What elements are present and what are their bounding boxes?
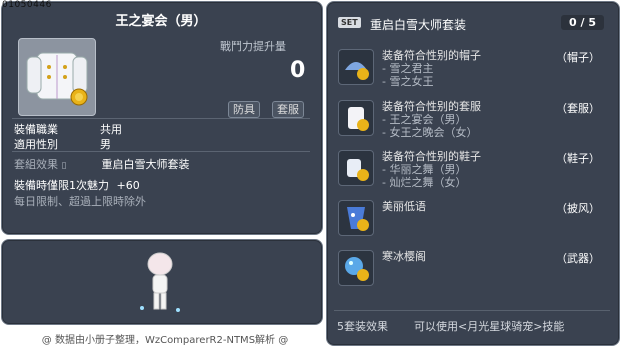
set-header: SET 重启白雪大师套装 0 / 5 <box>338 14 604 34</box>
set-item-slot: （武器） <box>556 252 600 265</box>
set-item-title: 装备符合性别的套服 <box>382 100 481 113</box>
set-item-slot: （披风） <box>556 202 600 215</box>
set-item-title: 装备符合性别的帽子 <box>382 49 481 62</box>
limit-note: 每日限制、超過上限時除外 <box>14 195 146 208</box>
set-count: 0 / 5 <box>561 15 604 30</box>
item-icon-box <box>18 38 96 116</box>
divider <box>334 310 610 311</box>
tag-armor: 防具 <box>228 101 260 118</box>
set-effect-value[interactable]: 重启白雪大师套装 <box>102 158 190 171</box>
combat-power-value: 0 <box>290 58 306 83</box>
set-item-sub: - 王之宴会（男） <box>382 113 467 126</box>
limit-row: 裝備時僅限1次魅力 +60 <box>14 177 140 193</box>
set-item-text: 装备符合性别的套服 - 王之宴会（男） - 女王之晚会（女） <box>382 100 481 139</box>
set-item-sub: - 雪之女王 <box>382 75 434 88</box>
shoes-icon <box>338 150 374 186</box>
set-item-text: 装备符合性别的鞋子 - 华丽之舞（男） - 灿烂之舞（女） <box>382 150 481 189</box>
set-item-sub: - 雪之君主 <box>382 62 434 75</box>
set-item-title: 装备符合性别的鞋子 <box>382 150 481 163</box>
item-id: 01050446 <box>2 0 52 10</box>
job-value: 共用 <box>100 123 122 136</box>
set-bonus-effect: 可以使用<月光星球骑宠>技能 <box>414 320 565 333</box>
set-effect-row: 套組效果 ▯ 重启白雪大师套装 <box>14 156 190 172</box>
set-item-slot: （帽子） <box>556 51 600 64</box>
weapon-icon <box>338 250 374 286</box>
set-item-text: 寒冰樱阁 <box>382 250 426 263</box>
limit-value: +60 <box>116 179 140 192</box>
limit-text: 裝備時僅限1次魅力 <box>14 179 109 192</box>
set-bonus-label: 5套装效果 <box>337 320 388 333</box>
divider <box>12 151 310 152</box>
set-name: 重启白雪大师套装 <box>370 18 467 32</box>
job-row: 裝備職業 共用 <box>14 121 122 137</box>
outfit-icon <box>338 100 374 136</box>
set-badge: SET <box>338 17 361 28</box>
gender-key: 適用性別 <box>14 138 58 151</box>
job-key: 裝備職業 <box>14 123 58 136</box>
combat-power-label: 戰鬥力提升量 <box>220 40 286 53</box>
lock-icon: ▯ <box>61 161 67 171</box>
set-item-slot: （鞋子） <box>556 152 600 165</box>
gender-value: 男 <box>100 138 111 151</box>
set-effect-key: 套組效果 ▯ <box>14 158 67 171</box>
hat-icon <box>338 49 374 85</box>
item-title: 王之宴会（男） <box>115 14 207 29</box>
credit-text: @ 数据由小册子整理，WzComparerR2-NTMS解析 @ <box>41 335 289 346</box>
set-item-slot: （套服） <box>556 102 600 115</box>
tag-outfit: 套服 <box>272 101 304 118</box>
character-avatar <box>140 252 180 312</box>
set-item-title: 美丽低语 <box>382 200 426 213</box>
set-item-text: 装备符合性别的帽子 - 雪之君主 - 雪之女王 <box>382 49 481 88</box>
set-item-text: 美丽低语 <box>382 200 426 213</box>
cape-icon <box>338 200 374 236</box>
gender-row: 適用性別 男 <box>14 136 111 152</box>
set-item-title: 寒冰樱阁 <box>382 250 426 263</box>
set-item-sub: - 女王之晚会（女） <box>382 126 478 139</box>
suit-icon <box>26 52 88 106</box>
set-item-sub: - 灿烂之舞（女） <box>382 176 467 189</box>
divider <box>12 118 310 119</box>
set-item-sub: - 华丽之舞（男） <box>382 163 467 176</box>
